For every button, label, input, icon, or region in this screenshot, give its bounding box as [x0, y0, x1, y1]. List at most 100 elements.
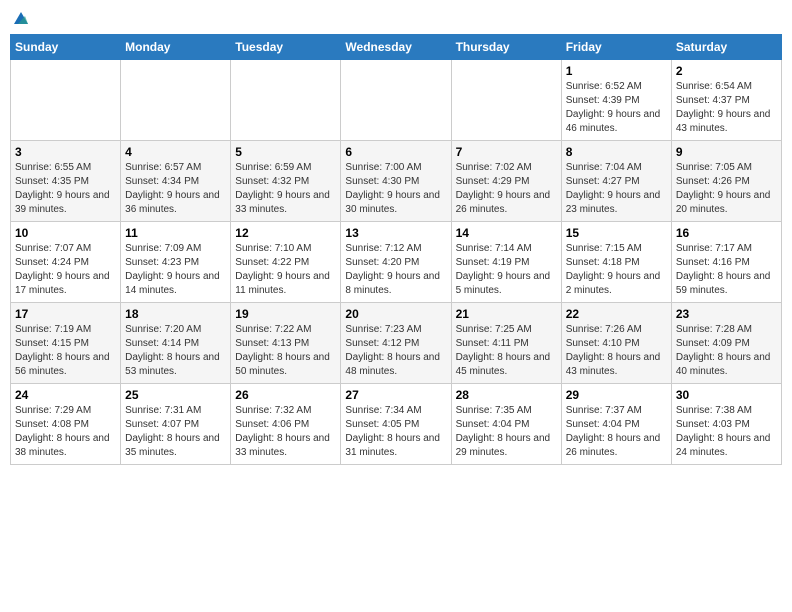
day-info: Sunrise: 7:04 AM Sunset: 4:27 PM Dayligh…: [566, 161, 667, 217]
calendar-cell: 24 Sunrise: 7:29 AM Sunset: 4:08 PM Dayli…: [11, 384, 121, 465]
day-number: 25: [125, 388, 226, 402]
day-info: Sunrise: 7:00 AM Sunset: 4:30 PM Dayligh…: [345, 161, 446, 217]
day-number: 14: [456, 226, 557, 240]
day-info: Sunrise: 7:29 AM Sunset: 4:08 PM Dayligh…: [15, 404, 116, 460]
day-info: Sunrise: 7:15 AM Sunset: 4:18 PM Dayligh…: [566, 242, 667, 298]
day-info: Sunrise: 7:25 AM Sunset: 4:11 PM Dayligh…: [456, 323, 557, 379]
day-number: 13: [345, 226, 446, 240]
calendar-cell: 25 Sunrise: 7:31 AM Sunset: 4:07 PM Dayli…: [121, 384, 231, 465]
calendar-table: SundayMondayTuesdayWednesdayThursdayFrid…: [10, 34, 782, 465]
calendar-cell: 29 Sunrise: 7:37 AM Sunset: 4:04 PM Dayli…: [561, 384, 671, 465]
calendar-cell: 15Sunrise: 7:15 AM Sunset: 4:18 PM Dayli…: [561, 222, 671, 303]
day-number: 18: [125, 307, 226, 321]
day-info: Sunrise: 6:57 AM Sunset: 4:34 PM Dayligh…: [125, 161, 226, 217]
day-info: Sunrise: 7:12 AM Sunset: 4:20 PM Dayligh…: [345, 242, 446, 298]
day-info: Sunrise: 7:37 AM Sunset: 4:04 PM Dayligh…: [566, 404, 667, 460]
day-number: 21: [456, 307, 557, 321]
day-number: 10: [15, 226, 116, 240]
day-number: 3: [15, 145, 116, 159]
calendar-cell: 18 Sunrise: 7:20 AM Sunset: 4:14 PM Dayli…: [121, 303, 231, 384]
calendar-week-4: 17Sunrise: 7:19 AM Sunset: 4:15 PM Dayli…: [11, 303, 782, 384]
day-number: 9: [676, 145, 777, 159]
day-info: Sunrise: 6:59 AM Sunset: 4:32 PM Dayligh…: [235, 161, 336, 217]
day-info: Sunrise: 7:02 AM Sunset: 4:29 PM Dayligh…: [456, 161, 557, 217]
day-info: Sunrise: 7:34 AM Sunset: 4:05 PM Dayligh…: [345, 404, 446, 460]
calendar-cell: 16Sunrise: 7:17 AM Sunset: 4:16 PM Dayli…: [671, 222, 781, 303]
day-info: Sunrise: 6:52 AM Sunset: 4:39 PM Dayligh…: [566, 80, 667, 136]
calendar-cell: 2 Sunrise: 6:54 AM Sunset: 4:37 PM Daylig…: [671, 60, 781, 141]
calendar-cell: 8 Sunrise: 7:04 AM Sunset: 4:27 PM Daylig…: [561, 141, 671, 222]
day-number: 6: [345, 145, 446, 159]
day-number: 23: [676, 307, 777, 321]
day-number: 19: [235, 307, 336, 321]
day-number: 24: [15, 388, 116, 402]
calendar-cell: 1 Sunrise: 6:52 AM Sunset: 4:39 PM Daylig…: [561, 60, 671, 141]
day-number: 1: [566, 64, 667, 78]
day-info: Sunrise: 7:20 AM Sunset: 4:14 PM Dayligh…: [125, 323, 226, 379]
calendar-cell: 23 Sunrise: 7:28 AM Sunset: 4:09 PM Dayli…: [671, 303, 781, 384]
day-info: Sunrise: 7:28 AM Sunset: 4:09 PM Dayligh…: [676, 323, 777, 379]
calendar-cell: [121, 60, 231, 141]
calendar-cell: 14 Sunrise: 7:14 AM Sunset: 4:19 PM Dayli…: [451, 222, 561, 303]
calendar-header-saturday: Saturday: [671, 35, 781, 60]
calendar-week-2: 3 Sunrise: 6:55 AM Sunset: 4:35 PM Daylig…: [11, 141, 782, 222]
day-info: Sunrise: 7:22 AM Sunset: 4:13 PM Dayligh…: [235, 323, 336, 379]
calendar-cell: 9 Sunrise: 7:05 AM Sunset: 4:26 PM Daylig…: [671, 141, 781, 222]
logo-icon: [12, 10, 30, 28]
calendar-cell: 13 Sunrise: 7:12 AM Sunset: 4:20 PM Dayli…: [341, 222, 451, 303]
day-info: Sunrise: 7:23 AM Sunset: 4:12 PM Dayligh…: [345, 323, 446, 379]
day-info: Sunrise: 7:26 AM Sunset: 4:10 PM Dayligh…: [566, 323, 667, 379]
day-number: 29: [566, 388, 667, 402]
calendar-cell: [451, 60, 561, 141]
day-info: Sunrise: 7:32 AM Sunset: 4:06 PM Dayligh…: [235, 404, 336, 460]
calendar-week-1: 1 Sunrise: 6:52 AM Sunset: 4:39 PM Daylig…: [11, 60, 782, 141]
calendar-cell: 3 Sunrise: 6:55 AM Sunset: 4:35 PM Daylig…: [11, 141, 121, 222]
day-info: Sunrise: 7:31 AM Sunset: 4:07 PM Dayligh…: [125, 404, 226, 460]
calendar-header-thursday: Thursday: [451, 35, 561, 60]
calendar-cell: 30Sunrise: 7:38 AM Sunset: 4:03 PM Dayli…: [671, 384, 781, 465]
calendar-header-monday: Monday: [121, 35, 231, 60]
calendar-cell: 21 Sunrise: 7:25 AM Sunset: 4:11 PM Dayli…: [451, 303, 561, 384]
day-number: 4: [125, 145, 226, 159]
day-info: Sunrise: 6:55 AM Sunset: 4:35 PM Dayligh…: [15, 161, 116, 217]
header: [10, 10, 782, 28]
day-info: Sunrise: 7:14 AM Sunset: 4:19 PM Dayligh…: [456, 242, 557, 298]
calendar-cell: 12 Sunrise: 7:10 AM Sunset: 4:22 PM Dayli…: [231, 222, 341, 303]
day-number: 27: [345, 388, 446, 402]
day-number: 11: [125, 226, 226, 240]
day-number: 8: [566, 145, 667, 159]
calendar-cell: 10 Sunrise: 7:07 AM Sunset: 4:24 PM Dayli…: [11, 222, 121, 303]
day-number: 26: [235, 388, 336, 402]
calendar-week-3: 10 Sunrise: 7:07 AM Sunset: 4:24 PM Dayli…: [11, 222, 782, 303]
day-number: 28: [456, 388, 557, 402]
day-info: Sunrise: 7:05 AM Sunset: 4:26 PM Dayligh…: [676, 161, 777, 217]
day-info: Sunrise: 6:54 AM Sunset: 4:37 PM Dayligh…: [676, 80, 777, 136]
calendar-cell: 22 Sunrise: 7:26 AM Sunset: 4:10 PM Dayli…: [561, 303, 671, 384]
calendar-cell: [341, 60, 451, 141]
calendar-cell: 28 Sunrise: 7:35 AM Sunset: 4:04 PM Dayli…: [451, 384, 561, 465]
calendar-cell: 19 Sunrise: 7:22 AM Sunset: 4:13 PM Dayli…: [231, 303, 341, 384]
day-number: 17: [15, 307, 116, 321]
day-number: 22: [566, 307, 667, 321]
day-info: Sunrise: 7:09 AM Sunset: 4:23 PM Dayligh…: [125, 242, 226, 298]
calendar-cell: 17Sunrise: 7:19 AM Sunset: 4:15 PM Dayli…: [11, 303, 121, 384]
logo: [10, 10, 30, 28]
day-number: 7: [456, 145, 557, 159]
calendar-week-5: 24 Sunrise: 7:29 AM Sunset: 4:08 PM Dayli…: [11, 384, 782, 465]
day-info: Sunrise: 7:07 AM Sunset: 4:24 PM Dayligh…: [15, 242, 116, 298]
day-number: 12: [235, 226, 336, 240]
day-info: Sunrise: 7:10 AM Sunset: 4:22 PM Dayligh…: [235, 242, 336, 298]
calendar-cell: 20Sunrise: 7:23 AM Sunset: 4:12 PM Dayli…: [341, 303, 451, 384]
calendar-cell: 6 Sunrise: 7:00 AM Sunset: 4:30 PM Daylig…: [341, 141, 451, 222]
day-number: 2: [676, 64, 777, 78]
calendar-header-tuesday: Tuesday: [231, 35, 341, 60]
calendar-cell: 11 Sunrise: 7:09 AM Sunset: 4:23 PM Dayli…: [121, 222, 231, 303]
day-info: Sunrise: 7:38 AM Sunset: 4:03 PM Dayligh…: [676, 404, 777, 460]
calendar-cell: 27 Sunrise: 7:34 AM Sunset: 4:05 PM Dayli…: [341, 384, 451, 465]
calendar-header-friday: Friday: [561, 35, 671, 60]
day-number: 5: [235, 145, 336, 159]
day-info: Sunrise: 7:17 AM Sunset: 4:16 PM Dayligh…: [676, 242, 777, 298]
day-info: Sunrise: 7:35 AM Sunset: 4:04 PM Dayligh…: [456, 404, 557, 460]
calendar-cell: 5 Sunrise: 6:59 AM Sunset: 4:32 PM Daylig…: [231, 141, 341, 222]
calendar-cell: 26 Sunrise: 7:32 AM Sunset: 4:06 PM Dayli…: [231, 384, 341, 465]
